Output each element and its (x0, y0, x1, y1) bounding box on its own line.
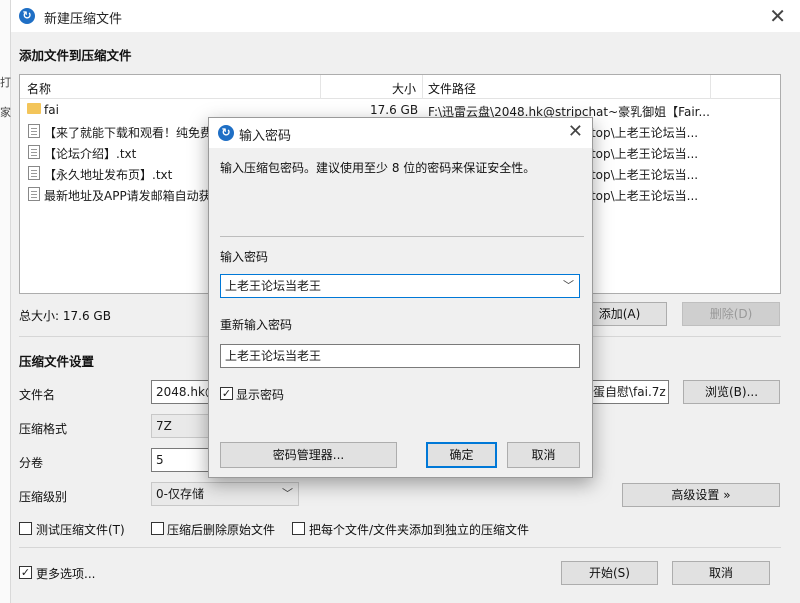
password-dialog: ↻ 输入密码 ✕ 输入压缩包密码。建议使用至少 8 位的密码来保证安全性。 输入… (208, 117, 593, 478)
filename-input-tail[interactable]: 蛋自慰\fai.7z (588, 380, 669, 404)
close-icon[interactable]: ✕ (769, 4, 786, 28)
file-name: 【论坛介绍】.txt (44, 147, 137, 161)
divider (220, 236, 584, 237)
text-file-icon (28, 124, 40, 138)
close-icon[interactable]: ✕ (568, 121, 583, 142)
level-label: 压缩级别 (19, 490, 68, 504)
show-password-checkbox[interactable]: ✓ (220, 387, 233, 400)
separate-archives-label[interactable]: 把每个文件/文件夹添加到独立的压缩文件 (309, 521, 529, 538)
cancel-button[interactable]: 取消 (672, 561, 770, 585)
separate-archives-checkbox[interactable] (292, 522, 305, 535)
file-name: 最新地址及APP请发邮箱自动获 (44, 189, 211, 203)
main-window: 打 家 ↻ 新建压缩文件 ✕ 添加文件到压缩文件 名称 大小 文件路径 fai … (0, 0, 800, 603)
more-options-checkbox[interactable]: ✓ (19, 566, 32, 579)
advanced-settings-button[interactable]: 高级设置 » (622, 483, 780, 507)
file-list-header: 名称 大小 文件路径 (20, 75, 780, 99)
files-section-title: 添加文件到压缩文件 (19, 48, 132, 63)
password-label: 输入密码 (220, 250, 269, 264)
chevron-down-icon[interactable]: ﹀ (563, 275, 574, 297)
text-file-icon (28, 166, 40, 180)
app-logo-icon: ↻ (19, 8, 35, 24)
file-name: 【永久地址发布页】.txt (44, 168, 173, 182)
file-path: ktop\上老王论坛当... (584, 147, 699, 161)
volume-label: 分卷 (19, 456, 44, 470)
title-bar: ↻ 新建压缩文件 ✕ (11, 0, 800, 32)
column-divider[interactable] (422, 75, 423, 99)
file-path: ktop\上老王论坛当... (584, 189, 699, 203)
column-header-path[interactable]: 文件路径 (428, 80, 476, 97)
password-dialog-title: 输入密码 (239, 129, 292, 144)
background-window-edge: 打 家 (0, 0, 11, 603)
column-header-name[interactable]: 名称 (27, 80, 51, 97)
text-file-icon (28, 187, 40, 201)
column-divider[interactable] (320, 75, 321, 99)
folder-icon (27, 103, 41, 114)
test-archive-checkbox[interactable] (19, 522, 32, 535)
file-size: 17.6 GB (370, 103, 419, 117)
level-select-value: 0-仅存储 (156, 487, 204, 501)
delete-source-label[interactable]: 压缩后删除原始文件 (167, 521, 275, 538)
delete-button[interactable]: 删除(D) (682, 302, 780, 326)
start-button[interactable]: 开始(S) (561, 561, 658, 585)
divider (19, 547, 781, 548)
password-dialog-title-bar: ↻ 输入密码 ✕ (209, 118, 592, 148)
text-file-icon (28, 145, 40, 159)
ok-button[interactable]: 确定 (426, 442, 497, 468)
column-divider[interactable] (710, 75, 711, 99)
dialog-cancel-button[interactable]: 取消 (507, 442, 580, 468)
browse-button[interactable]: 浏览(B)... (683, 380, 780, 404)
file-path: ktop\上老王论坛当... (584, 126, 699, 140)
level-select[interactable]: 0-仅存储 ﹀ (151, 482, 299, 506)
show-password-label[interactable]: 显示密码 (236, 386, 284, 403)
format-label: 压缩格式 (19, 422, 68, 436)
settings-section-title: 压缩文件设置 (19, 354, 95, 369)
password-input-value: 上老王论坛当老王 (225, 279, 322, 293)
password-prompt: 输入压缩包密码。建议使用至少 8 位的密码来保证安全性。 (220, 161, 536, 175)
test-archive-label[interactable]: 测试压缩文件(T) (36, 521, 125, 538)
edge-glyph: 家 (0, 106, 11, 119)
edge-glyph: 打 (0, 76, 11, 89)
confirm-password-label: 重新输入密码 (220, 318, 293, 332)
filename-label: 文件名 (19, 388, 56, 402)
total-size: 总大小: 17.6 GB (19, 309, 111, 323)
app-logo-icon: ↻ (218, 125, 234, 141)
column-header-size[interactable]: 大小 (392, 80, 416, 97)
file-name: 【来了就能下载和观看！纯免费 (44, 126, 213, 140)
file-name: fai (44, 103, 59, 117)
chevron-down-icon: ﹀ (282, 487, 293, 500)
password-manager-button[interactable]: 密码管理器... (220, 442, 397, 468)
delete-source-checkbox[interactable] (151, 522, 164, 535)
window-title: 新建压缩文件 (44, 12, 123, 27)
more-options-label[interactable]: 更多选项... (36, 565, 95, 582)
confirm-password-input[interactable]: 上老王论坛当老王 (220, 344, 580, 368)
file-path: ktop\上老王论坛当... (584, 168, 699, 182)
password-input[interactable]: 上老王论坛当老王 ﹀ (220, 274, 580, 298)
